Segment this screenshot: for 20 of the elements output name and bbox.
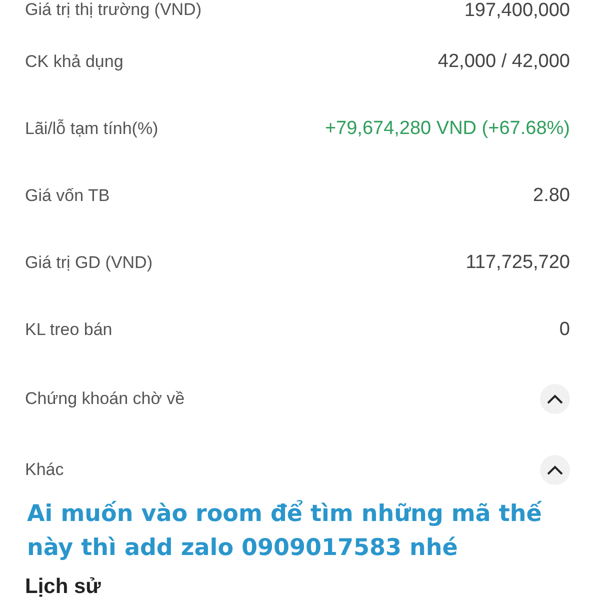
detail-label: Giá trị thị trường (VND)	[25, 0, 202, 20]
detail-label: KL treo bán	[25, 320, 112, 340]
detail-value: 42,000 / 42,000	[438, 50, 570, 72]
section-title: Chứng khoán chờ về	[25, 388, 185, 408]
detail-value: 117,725,720	[466, 252, 570, 274]
history-heading: Lịch sử	[25, 575, 102, 599]
chevron-icon	[547, 394, 563, 404]
detail-value: 197,400,000	[464, 0, 570, 22]
collapse-button[interactable]	[540, 454, 570, 484]
promo-caption: Ai muốn vào room để tìm những mã thế này thì add zalo 0909017583 nhé	[26, 499, 543, 563]
detail-value: 2.80	[533, 184, 570, 206]
collapse-button[interactable]	[540, 384, 570, 414]
chevron-icon	[547, 464, 563, 474]
detail-value: 0	[559, 318, 570, 340]
profit-value: +79,674,280 VND (+67.68%)	[324, 118, 570, 140]
section-title: Khác	[25, 460, 64, 480]
detail-label: Giá trị GD (VND)	[25, 252, 152, 272]
detail-label: Lãi/lỗ tạm tính(%)	[25, 118, 158, 138]
detail-label: Giá vốn TB	[25, 186, 110, 206]
detail-label: CK khả dụng	[25, 52, 124, 72]
